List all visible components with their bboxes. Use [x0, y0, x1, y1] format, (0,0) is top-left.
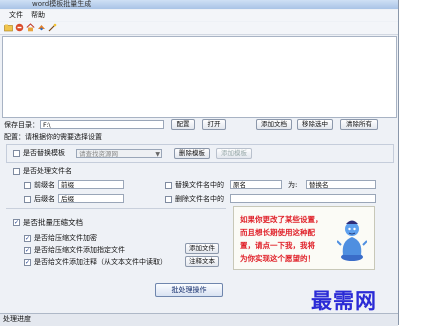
template-select[interactable]: 请查找资源网 ▼	[76, 149, 162, 158]
add-file-checkbox[interactable]: ✓	[24, 247, 31, 254]
home-icon[interactable]	[26, 23, 35, 32]
add-doc-button[interactable]: 添加文档	[256, 119, 292, 130]
clear-all-button[interactable]: 清除所有	[340, 119, 378, 130]
toolbar	[0, 22, 398, 35]
menu-bar: 文件 帮助	[0, 10, 398, 21]
suffix-checkbox[interactable]	[24, 196, 31, 203]
batch-process-button[interactable]: 批处理操作	[155, 283, 223, 297]
annotate-checkbox[interactable]: ✓	[24, 259, 31, 266]
to-label: 为:	[288, 181, 298, 189]
template-select-placeholder: 请查找资源网	[79, 150, 118, 158]
document-list[interactable]	[2, 36, 397, 118]
open-icon[interactable]	[4, 23, 13, 32]
settings-icon[interactable]	[37, 23, 46, 32]
chevron-down-icon: ▼	[155, 151, 160, 158]
prefix-checkbox[interactable]	[24, 182, 31, 189]
prefix-input[interactable]: 前缀	[58, 180, 124, 189]
remove-selected-button[interactable]: 移除选中	[297, 119, 333, 130]
replace-template-checkbox[interactable]	[13, 150, 20, 157]
menu-file[interactable]: 文件	[6, 11, 26, 20]
delete-in-name-label: 删除文件名中的	[175, 195, 224, 203]
save-config-banner[interactable]: 如果你更改了某些设置， 而且想长期使用这种配 置，请点一下我，我将 为你实现这个…	[233, 206, 375, 270]
banner-text: 如果你更改了某些设置， 而且想长期使用这种配 置，请点一下我，我将 为你实现这个…	[240, 215, 323, 263]
replace-name-input[interactable]: 替换名	[306, 180, 376, 189]
genie-icon	[337, 220, 367, 261]
config-button[interactable]: 配置	[171, 119, 195, 130]
annotate-label: 是否给文件添加注释（从文本文件中读取）	[34, 258, 167, 266]
replace-in-name-checkbox[interactable]	[165, 182, 172, 189]
open-button[interactable]: 打开	[202, 119, 226, 130]
window-title: word模板批量生成	[0, 0, 398, 9]
add-file-button[interactable]: 添加文件	[185, 243, 219, 254]
menu-help[interactable]: 帮助	[28, 11, 48, 20]
rename-label: 是否处理文件名	[23, 167, 72, 175]
suffix-input[interactable]: 后缀	[58, 194, 124, 203]
rename-checkbox[interactable]	[13, 168, 20, 175]
divider	[6, 208, 226, 209]
delete-in-name-checkbox[interactable]	[165, 196, 172, 203]
save-dir-input[interactable]: F:\	[40, 120, 164, 129]
prefix-label: 前缀名	[34, 181, 55, 189]
annotate-text-button[interactable]: 注释文本	[185, 256, 219, 267]
replace-in-name-label: 替换文件名中的	[175, 181, 224, 189]
encrypt-checkbox[interactable]: ✓	[24, 235, 31, 242]
replace-template-label: 是否替换模板	[23, 149, 65, 157]
original-name-input[interactable]: 原名	[230, 180, 282, 189]
config-hint: 配置：请根据你的需要选择设置	[4, 133, 102, 141]
suffix-label: 后缀名	[34, 195, 55, 203]
compress-checkbox[interactable]: ✓	[13, 219, 20, 226]
watermark: 最需网	[311, 288, 377, 313]
main-window: word模板批量生成 文件 帮助 保存目录： F:\ 配置 打开 添加文档 移除…	[0, 0, 399, 326]
compress-label: 是否批量压缩文档	[23, 218, 83, 227]
delete-name-input[interactable]	[230, 194, 376, 203]
save-dir-label: 保存目录：	[4, 121, 39, 129]
stop-icon[interactable]	[15, 23, 24, 32]
add-file-label: 是否给压缩文件添加指定文件	[34, 246, 125, 254]
wand-icon[interactable]	[48, 23, 57, 32]
encrypt-label: 是否给压缩文件加密	[34, 234, 97, 242]
delete-template-button[interactable]: 删除模板	[174, 148, 210, 159]
add-template-button[interactable]: 添加模板	[216, 148, 252, 159]
